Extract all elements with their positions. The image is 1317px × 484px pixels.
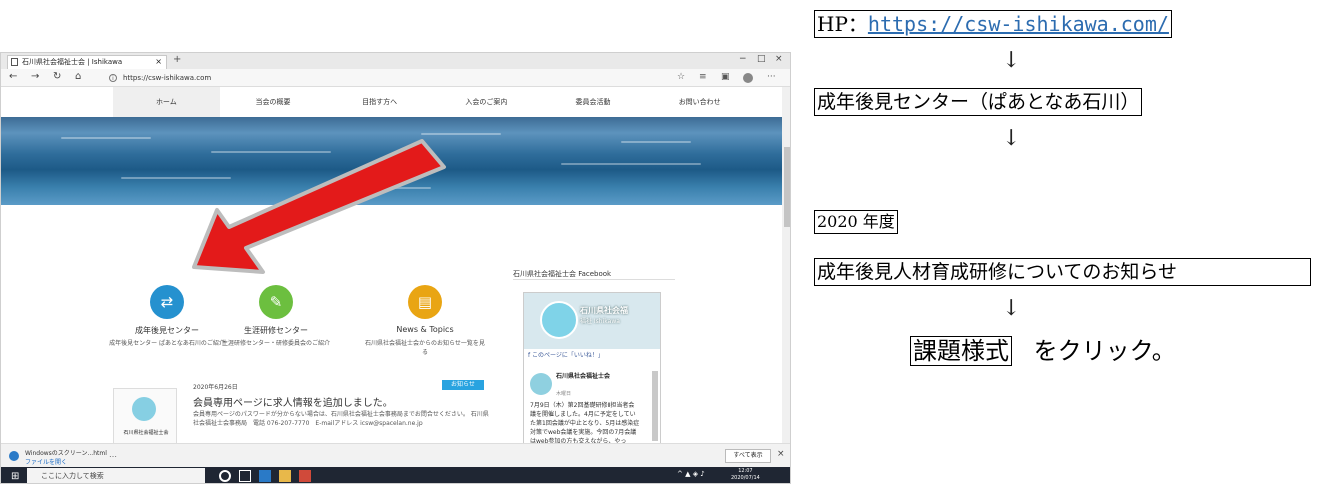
tab-bar: 石川県社会福祉士会 | Ishikawa × + − □ ×	[1, 53, 790, 69]
refresh-icon[interactable]: ↻	[53, 71, 61, 82]
download-more-icon[interactable]: …	[109, 450, 117, 459]
taskbar-search[interactable]: ここに入力して検索	[27, 468, 205, 483]
explorer-taskbar-icon[interactable]	[279, 470, 291, 482]
search-placeholder: ここに入力して検索	[41, 472, 104, 480]
download-close-icon[interactable]: ×	[777, 449, 785, 459]
forward-icon[interactable]: →	[31, 71, 39, 82]
address-bar: ← → ↻ ⌂ i https://csw-ishikawa.com ☆ ≡ ▣ …	[1, 69, 790, 87]
window-close-button[interactable]: ×	[775, 54, 783, 64]
form-link-label: 課題様式	[910, 336, 1012, 366]
system-tray-icons[interactable]: ^ ▲ ◈ ♪	[677, 470, 705, 478]
back-icon[interactable]: ←	[9, 71, 17, 82]
edge-taskbar-icon[interactable]	[259, 470, 271, 482]
profile-avatar-icon[interactable]	[743, 73, 753, 83]
instruction-line: 課題様式 をクリック。	[910, 334, 1176, 368]
taskbar: ⊞ ここに入力して検索 ^ ▲ ◈ ♪ 12:07 2020/07/14	[1, 467, 790, 483]
more-menu-icon[interactable]: ···	[767, 72, 776, 82]
new-tab-button[interactable]: +	[173, 54, 181, 65]
minimize-button[interactable]: −	[739, 54, 747, 64]
maximize-button[interactable]: □	[757, 54, 766, 64]
favorites-list-icon[interactable]: ≡	[699, 72, 707, 82]
taskbar-clock[interactable]: 12:07 2020/07/14	[731, 468, 760, 482]
down-arrow-1: ↓	[1002, 48, 1021, 73]
center-name-box: 成年後見センター（ぱあとなあ石川）	[814, 88, 1143, 116]
tab-close-icon[interactable]: ×	[155, 56, 162, 68]
notice-title-box: 成年後見人材育成研修についてのお知らせ	[814, 258, 1311, 286]
tab-title: 石川県社会福祉士会 | Ishikawa	[22, 58, 123, 66]
url-text: https://csw-ishikawa.com	[123, 74, 212, 82]
open-file-link[interactable]: ファイルを開く	[25, 457, 67, 466]
scrollbar-thumb[interactable]	[784, 147, 790, 227]
edge-file-icon	[9, 451, 19, 461]
windows-start-icon[interactable]: ⊞	[11, 471, 19, 482]
cortana-icon[interactable]	[219, 470, 231, 482]
browser-tab[interactable]: 石川県社会福祉士会 | Ishikawa ×	[7, 55, 167, 69]
page-scrollbar[interactable]	[782, 87, 790, 443]
home-icon[interactable]: ⌂	[75, 71, 81, 82]
show-all-button[interactable]: すべて表示	[725, 449, 771, 463]
page-icon	[11, 58, 18, 66]
url-field[interactable]: i https://csw-ishikawa.com	[109, 72, 669, 84]
hp-url-link[interactable]: https://csw-ishikawa.com/	[868, 12, 1169, 36]
red-arrow-annotation	[192, 139, 446, 274]
favorite-star-icon[interactable]: ☆	[677, 72, 685, 82]
info-icon[interactable]: i	[109, 74, 117, 82]
click-instruction: をクリック。	[1033, 337, 1176, 365]
app-taskbar-icon[interactable]	[299, 470, 311, 482]
down-arrow-2: ↓	[1002, 126, 1021, 151]
hp-url-box: HP：https://csw-ishikawa.com/	[814, 10, 1172, 38]
browser-screenshot: 石川県社会福祉士会 | Ishikawa × + − □ × ← → ↻ ⌂ i…	[0, 52, 791, 484]
task-view-icon[interactable]	[239, 470, 251, 482]
download-file-name[interactable]: Windowsのスクリーン...html	[25, 448, 107, 457]
hp-label: HP：	[817, 12, 868, 36]
fiscal-year-box: 2020 年度	[814, 210, 898, 234]
collections-icon[interactable]: ▣	[721, 72, 730, 82]
web-page: ホーム 当会の概要 目指す方へ 入会のご案内 委員会活動 お問い合わせ ⇄ 成年…	[1, 87, 782, 443]
download-bar: Windowsのスクリーン...html ファイルを開く … すべて表示 ×	[1, 443, 790, 467]
down-arrow-3: ↓	[1002, 296, 1021, 321]
